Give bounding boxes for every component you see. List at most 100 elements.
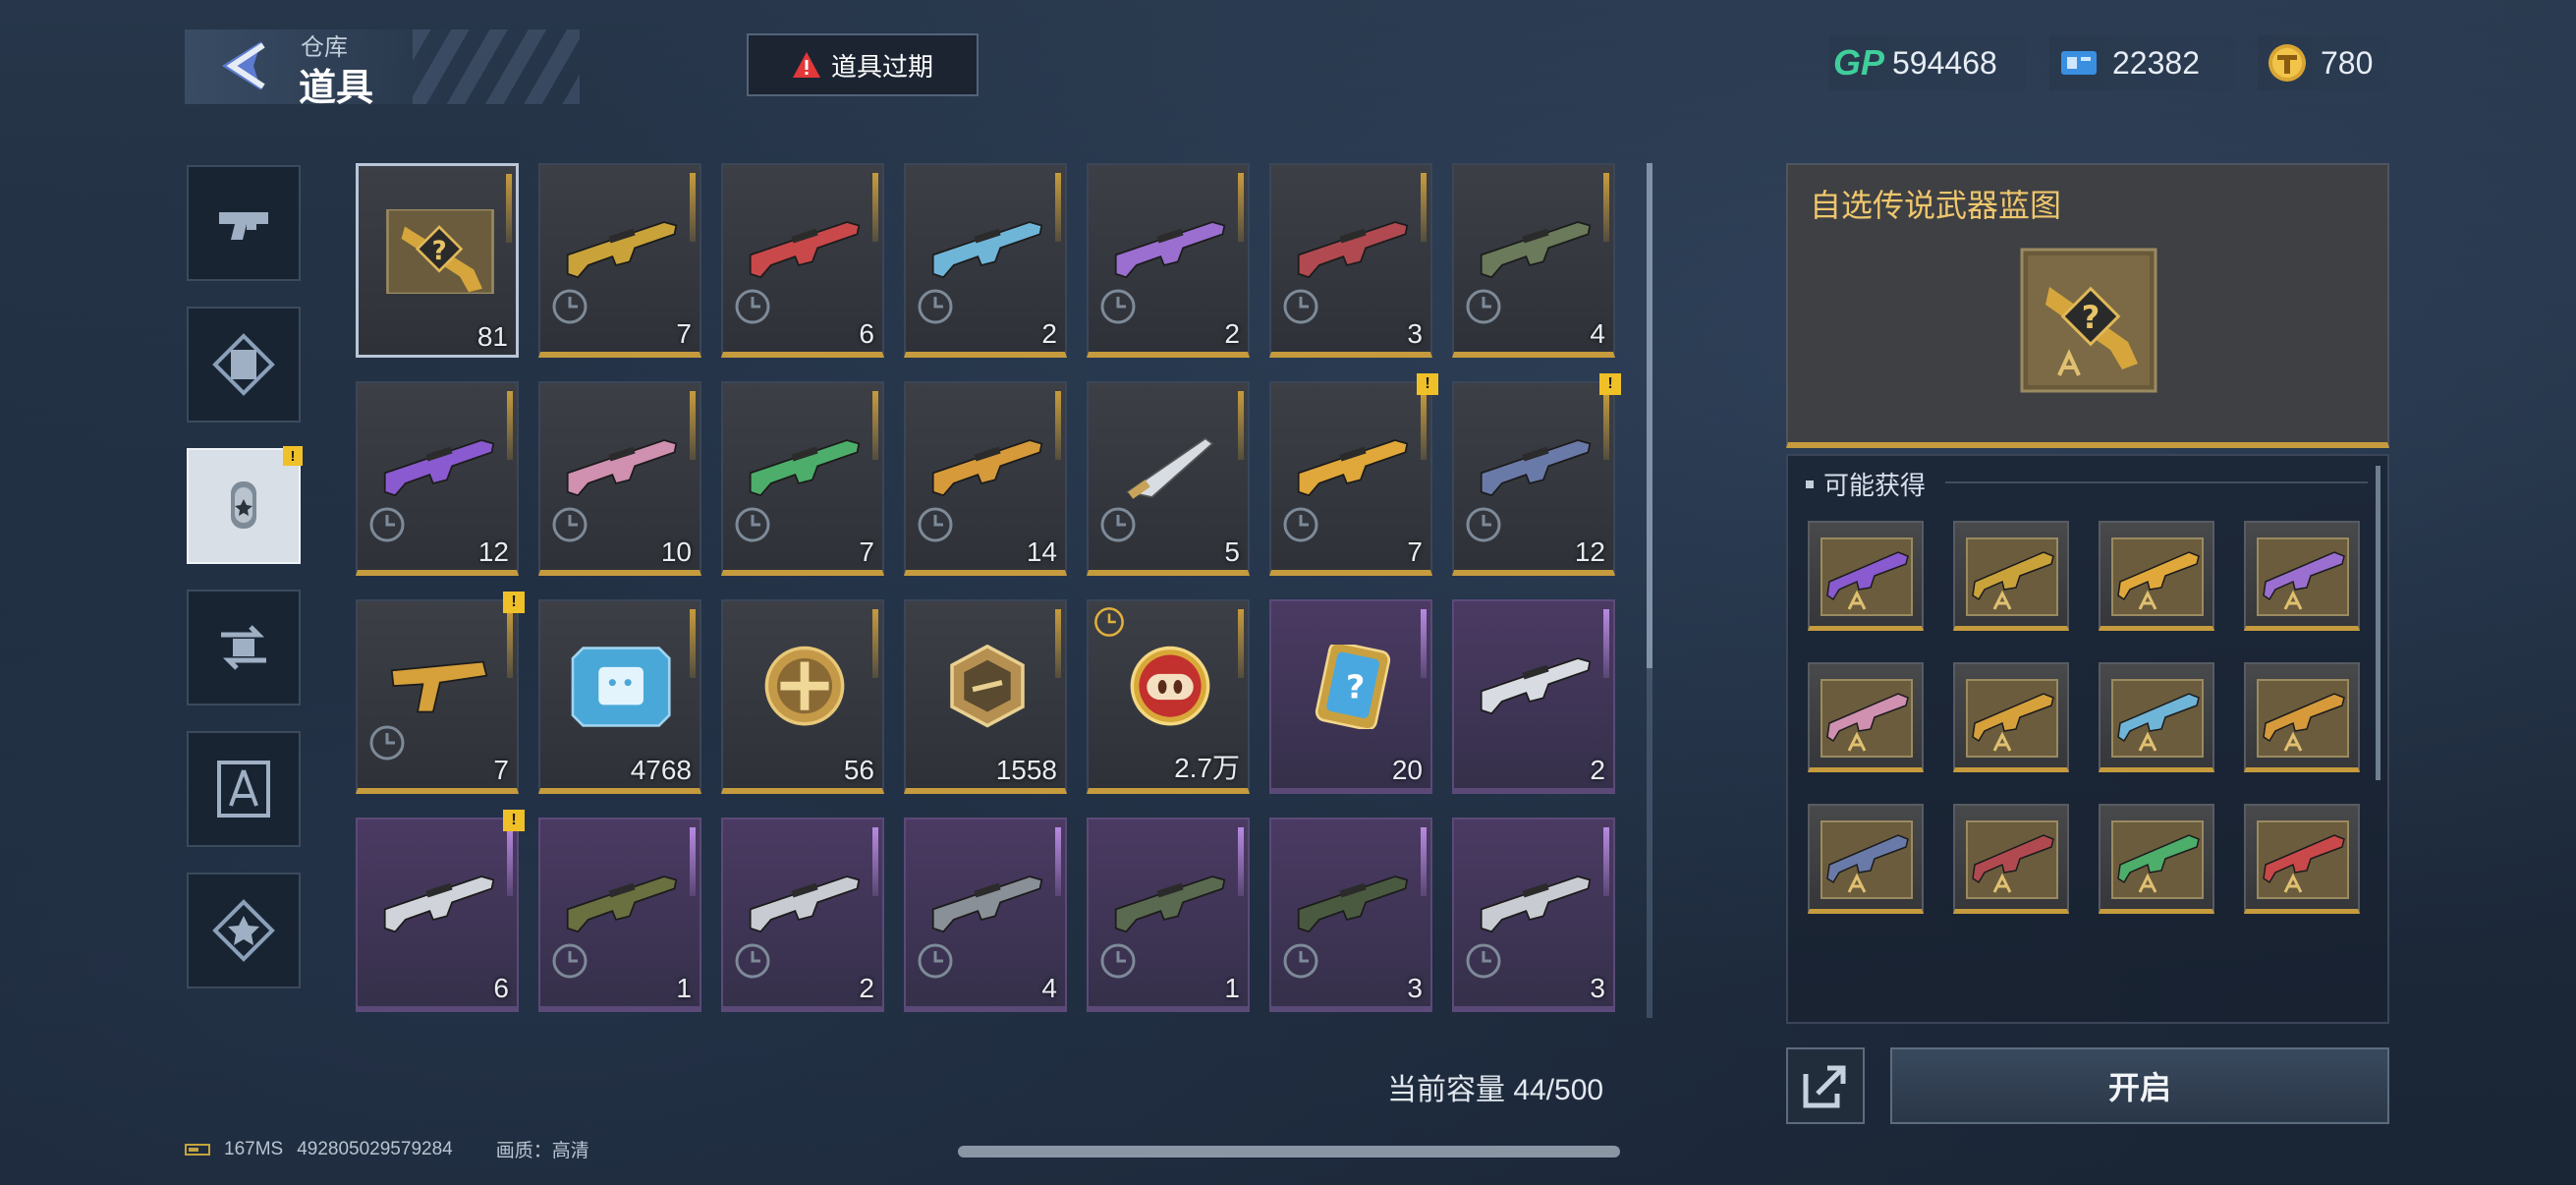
exchange-icon <box>221 625 266 670</box>
reward-item[interactable] <box>2244 662 2360 772</box>
reward-item[interactable] <box>2099 804 2214 914</box>
inventory-item[interactable]: 4 <box>904 818 1067 1012</box>
clock-icon <box>1094 607 1124 637</box>
inventory-item[interactable]: 56 <box>721 599 884 794</box>
inventory-item[interactable]: ? 20 <box>1269 599 1432 794</box>
rifle-icon <box>1297 875 1409 933</box>
blueprint-weapon-icon <box>1820 537 1913 616</box>
inventory-item[interactable]: 1 <box>1087 818 1250 1012</box>
inventory-item[interactable]: 2 <box>1087 163 1250 358</box>
currency-coin[interactable]: 780 <box>2258 35 2389 90</box>
inventory-item[interactable]: 2 <box>904 163 1067 358</box>
reward-item[interactable] <box>2244 521 2360 631</box>
rifle-icon <box>566 875 678 933</box>
svg-text:?: ? <box>431 237 446 266</box>
home-indicator-bar[interactable] <box>958 1146 1620 1157</box>
reward-item[interactable] <box>2244 804 2360 914</box>
open-button[interactable]: 开启 <box>1890 1047 2389 1124</box>
inventory-item[interactable]: 7 <box>538 163 701 358</box>
item-count: 7 <box>676 318 692 349</box>
rifle-icon <box>383 439 495 497</box>
back-arrow-icon[interactable] <box>214 35 271 96</box>
mystery-phone-icon: ? <box>1315 645 1391 729</box>
inventory-item[interactable]: 2 <box>1452 599 1615 794</box>
inventory-item[interactable]: 7 <box>721 381 884 576</box>
rarity-stripe <box>1603 391 1609 460</box>
inventory-item[interactable]: 2 <box>721 818 884 1012</box>
reward-item[interactable] <box>1953 804 2069 914</box>
reward-item[interactable] <box>1808 804 1924 914</box>
rarity-stripe <box>872 609 878 678</box>
detail-title: 自选传说武器蓝图 <box>1810 188 2062 223</box>
alert-badge: ! <box>503 810 525 831</box>
category-tab-dogtag[interactable]: ! <box>187 446 303 564</box>
inventory-item[interactable]: 12! <box>1452 373 1621 576</box>
inventory-item[interactable]: 4 <box>1452 163 1615 358</box>
detail-scrollbar[interactable] <box>2376 466 2380 780</box>
inventory-item[interactable]: 2.7万 <box>1087 599 1250 794</box>
inventory-item[interactable]: 3 <box>1269 163 1432 358</box>
category-tab-exchange[interactable] <box>187 590 301 705</box>
clock-icon <box>1100 289 1136 324</box>
rifle-icon <box>566 439 678 497</box>
inventory-item[interactable]: 3 <box>1269 818 1432 1012</box>
item-count: 81 <box>476 321 508 352</box>
alert-badge: ! <box>283 446 303 466</box>
inventory-item[interactable]: 1 <box>538 818 701 1012</box>
reward-item[interactable] <box>1953 521 2069 631</box>
ping-text: 167MS <box>224 1138 284 1159</box>
rarity-stripe <box>872 391 878 460</box>
inventory-item[interactable]: 6 <box>721 163 884 358</box>
inventory-item[interactable]: 10 <box>538 381 701 576</box>
blueprint-weapon-icon <box>1966 820 2058 899</box>
category-tab-pistol[interactable] <box>187 165 301 281</box>
rarity-stripe <box>507 391 513 460</box>
rifle-icon <box>1114 875 1226 933</box>
rarity-stripe <box>690 391 696 460</box>
inventory-item[interactable]: 6! <box>356 810 525 1012</box>
rarity-stripe <box>1238 609 1244 678</box>
clock-icon <box>735 943 770 979</box>
currency-ticket[interactable]: 22382 <box>2049 35 2234 90</box>
inventory-item[interactable]: 7! <box>1269 373 1438 576</box>
clock-icon <box>1100 943 1136 979</box>
inventory-item[interactable]: 14 <box>904 381 1067 576</box>
item-count: 7 <box>1407 536 1423 567</box>
inventory-item[interactable]: 12 <box>356 381 519 576</box>
inventory-item[interactable]: 3 <box>1452 818 1615 1012</box>
item-count: 6 <box>859 318 874 349</box>
blueprint-weapon-icon <box>1966 679 2058 758</box>
reward-item[interactable] <box>1808 662 1924 772</box>
rifle-icon <box>383 875 495 933</box>
grid-scrollbar-thumb[interactable] <box>1647 163 1652 668</box>
inventory-item[interactable]: 4768 <box>538 599 701 794</box>
reward-item[interactable] <box>1953 662 2069 772</box>
rarity-stripe <box>1603 609 1609 678</box>
category-tab-blueprint[interactable] <box>187 731 301 847</box>
status-bar: 167MS 492805029579284 画质：高清 <box>185 1136 589 1162</box>
category-tab-scroll-card[interactable] <box>187 307 301 423</box>
header-decoration <box>413 29 580 104</box>
item-expired-button[interactable]: 道具过期 <box>747 33 979 96</box>
clock-icon <box>552 943 588 979</box>
currency-gp[interactable]: GP 594468 <box>1829 35 2026 90</box>
inventory-item[interactable]: 7! <box>356 592 525 794</box>
inventory-item[interactable]: 1558 <box>904 599 1067 794</box>
may-get-heading: 可能获得 <box>1806 466 1926 502</box>
inventory-item[interactable]: ? 81 <box>356 163 519 358</box>
item-count: 7 <box>859 536 874 567</box>
reward-item[interactable] <box>2099 521 2214 631</box>
reward-item[interactable] <box>1808 521 1924 631</box>
rarity-stripe <box>1055 173 1061 242</box>
clock-icon <box>1466 289 1501 324</box>
reward-item[interactable] <box>2099 662 2214 772</box>
clock-icon <box>552 289 588 324</box>
rifle-icon <box>931 875 1043 933</box>
item-count: 4768 <box>630 755 692 785</box>
currency-coin-value: 780 <box>2321 44 2374 81</box>
inventory-item[interactable]: 5 <box>1087 381 1250 576</box>
share-button[interactable] <box>1786 1047 1865 1124</box>
clock-icon <box>369 725 405 761</box>
svg-text:?: ? <box>2082 299 2100 336</box>
category-tab-star-badge[interactable] <box>187 873 301 988</box>
